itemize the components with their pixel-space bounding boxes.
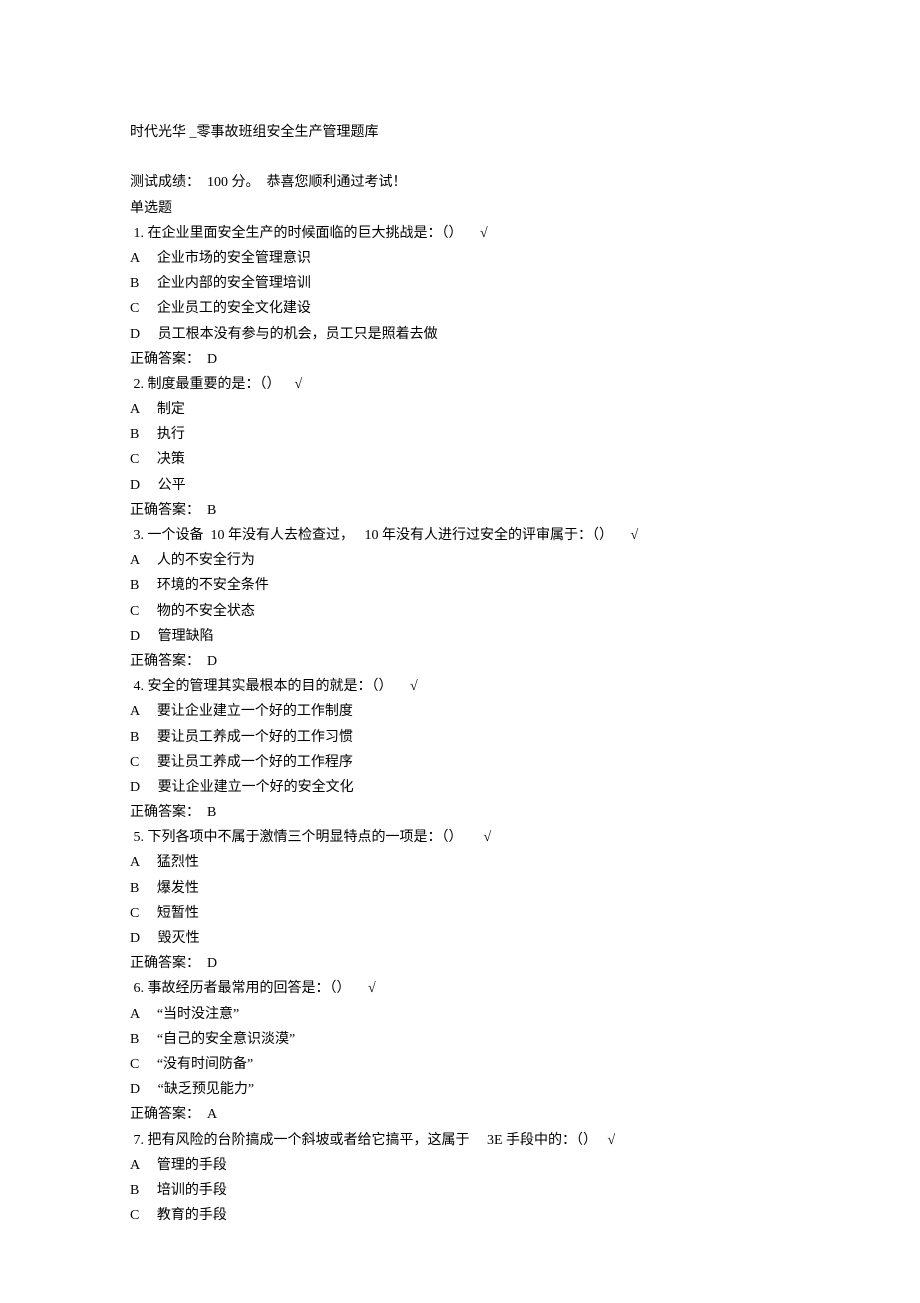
answer-line: 正确答案： D [130, 649, 790, 674]
option-row: A 制定 [130, 397, 790, 422]
option-row: D 公平 [130, 473, 790, 498]
question-text: 5. 下列各项中不属于激情三个明显特点的一项是：（） √ [130, 825, 790, 850]
option-row: C 企业员工的安全文化建设 [130, 296, 790, 321]
questions-container: 1. 在企业里面安全生产的时候面临的巨大挑战是：（） √A 企业市场的安全管理意… [130, 221, 790, 1229]
option-row: A “当时没注意” [130, 1002, 790, 1027]
section-title: 单选题 [130, 196, 790, 221]
option-row: B 要让员工养成一个好的工作习惯 [130, 725, 790, 750]
question-text: 4. 安全的管理其实最根本的目的就是：（） √ [130, 674, 790, 699]
option-row: C “没有时间防备” [130, 1052, 790, 1077]
blank-line [130, 145, 790, 170]
option-row: C 物的不安全状态 [130, 599, 790, 624]
option-row: C 教育的手段 [130, 1203, 790, 1228]
option-row: C 决策 [130, 447, 790, 472]
option-row: C 要让员工养成一个好的工作程序 [130, 750, 790, 775]
option-row: D 管理缺陷 [130, 624, 790, 649]
option-row: D 要让企业建立一个好的安全文化 [130, 775, 790, 800]
option-row: B 执行 [130, 422, 790, 447]
option-row: A 要让企业建立一个好的工作制度 [130, 699, 790, 724]
question-text: 7. 把有风险的台阶搞成一个斜坡或者给它搞平，这属于 3E 手段中的：（） √ [130, 1128, 790, 1153]
answer-line: 正确答案： D [130, 347, 790, 372]
answer-line: 正确答案： B [130, 498, 790, 523]
answer-line: 正确答案： A [130, 1102, 790, 1127]
option-row: D 员工根本没有参与的机会，员工只是照着去做 [130, 322, 790, 347]
option-row: B 企业内部的安全管理培训 [130, 271, 790, 296]
question-text: 3. 一个设备 10 年没有人去检查过， 10 年没有人进行过安全的评审属于：（… [130, 523, 790, 548]
doc-title: 时代光华 _零事故班组安全生产管理题库 [130, 120, 790, 145]
option-row: D “缺乏预见能力” [130, 1077, 790, 1102]
answer-line: 正确答案： D [130, 951, 790, 976]
option-row: A 企业市场的安全管理意识 [130, 246, 790, 271]
question-text: 2. 制度最重要的是：（） √ [130, 372, 790, 397]
option-row: B 爆发性 [130, 876, 790, 901]
question-text: 6. 事故经历者最常用的回答是：（） √ [130, 976, 790, 1001]
option-row: B 环境的不安全条件 [130, 573, 790, 598]
question-text: 1. 在企业里面安全生产的时候面临的巨大挑战是：（） √ [130, 221, 790, 246]
answer-line: 正确答案： B [130, 800, 790, 825]
option-row: A 人的不安全行为 [130, 548, 790, 573]
option-row: A 猛烈性 [130, 850, 790, 875]
option-row: D 毁灭性 [130, 926, 790, 951]
score-line: 测试成绩： 100 分。 恭喜您顺利通过考试！ [130, 170, 790, 195]
option-row: C 短暂性 [130, 901, 790, 926]
option-row: B 培训的手段 [130, 1178, 790, 1203]
option-row: A 管理的手段 [130, 1153, 790, 1178]
option-row: B “自己的安全意识淡漠” [130, 1027, 790, 1052]
